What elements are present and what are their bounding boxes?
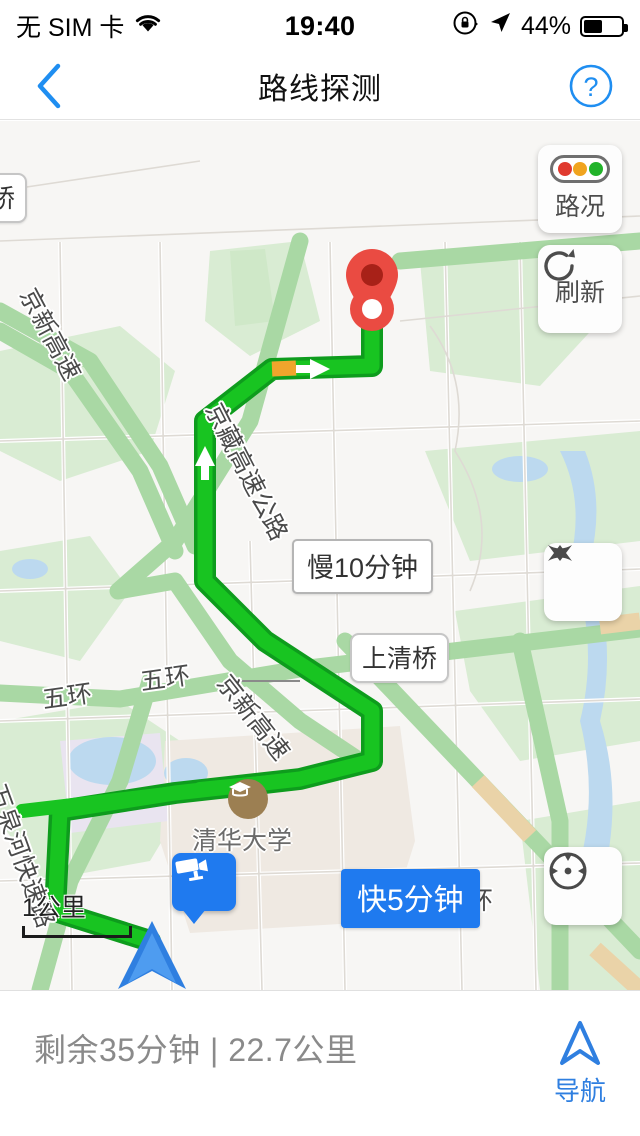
help-button[interactable]: ? [568,63,614,109]
question-mark-icon: ? [569,64,613,107]
speed-camera-marker[interactable] [172,853,236,924]
camera-icon [175,858,208,881]
faster-route-badge[interactable]: 快5分钟 [341,869,480,928]
status-bar-right: 44% [453,10,628,43]
locate-target-icon [549,852,587,890]
location-arrow-icon [488,11,512,42]
zoom-stepper[interactable] [544,543,622,621]
locate-button[interactable] [544,847,622,925]
road-label-fifth-ring-west: 五环 [40,679,94,715]
map-scale-bar: 1公里 [22,888,132,938]
destination-pin-graphic [346,249,398,331]
rotation-lock-icon [453,10,479,43]
battery-icon [580,15,628,37]
map-scale-label: 1公里 [22,894,86,922]
page-header: 路线探测 ? [0,52,640,120]
slower-route-badge[interactable]: 慢10分钟 [292,539,434,594]
start-navigation-button[interactable]: 导航 [554,1019,606,1108]
navigation-arrow-icon [559,1021,600,1065]
road-label-fifth-ring-mid: 五环 [138,661,192,697]
svg-text:?: ? [583,72,598,102]
eta-summary: 剩余35分钟 | 22.7公里 [34,1032,358,1068]
traffic-button-label: 路况 [554,193,605,221]
page-title: 路线探测 [258,72,382,106]
refresh-icon [544,249,575,281]
battery-percent-label: 44% [520,11,571,40]
map-canvas[interactable]: 京新高速 京藏高速公路 五环 五环 京新高速 万泉河快速路 环 清华大学 桥 上… [0,121,640,990]
map-scale-ruler [22,926,132,938]
map-label-shangqing-bridge[interactable]: 上清桥 [350,633,450,683]
map-label-bridge-left[interactable]: 桥 [0,173,28,223]
status-bar: 无 SIM 卡 19:40 44% [0,0,640,52]
bottom-bar: 剩余35分钟 | 22.7公里 导航 [0,990,640,1136]
triangle-down-icon[interactable] [544,543,576,563]
app-root: 无 SIM 卡 19:40 44% 路线探测 ? 京新高速 京藏高速公路 五环 … [0,0,640,1136]
poi-tsinghua-university-label: 清华大学 [192,827,293,855]
graduation-cap-icon [228,779,268,819]
traffic-light-icon [550,155,610,183]
start-navigation-label: 导航 [553,1076,606,1106]
traffic-button[interactable]: 路况 [538,145,622,233]
refresh-button[interactable]: 刷新 [538,245,622,333]
